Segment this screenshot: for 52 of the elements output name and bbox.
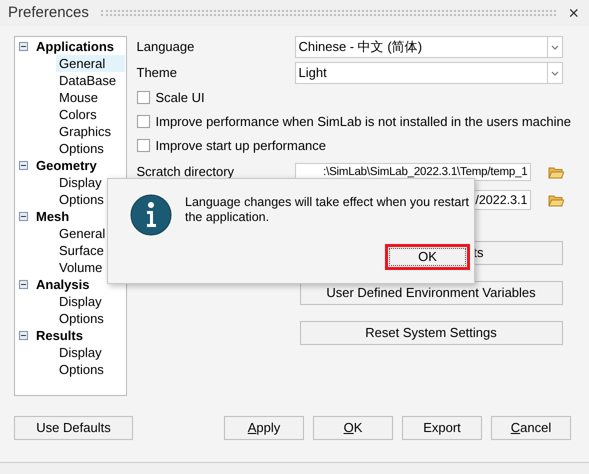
checkbox-label: Improve start up performance xyxy=(156,136,326,155)
settings-button[interactable]: Reset System Settings xyxy=(300,321,562,345)
dropdown[interactable]: Light xyxy=(294,62,562,84)
tree-item[interactable]: Volume xyxy=(56,259,102,276)
tree-item[interactable]: Options xyxy=(56,310,104,327)
folder-icon[interactable] xyxy=(548,194,564,206)
field-label: Scratch directory xyxy=(136,164,234,180)
tree-category[interactable]: Mesh xyxy=(36,206,70,226)
checkbox-label: Improve performance when SimLab is not installed in the users machine xyxy=(156,112,571,131)
tree-item[interactable]: DataBase xyxy=(56,72,116,89)
close-button[interactable]: × xyxy=(568,4,579,22)
tree-item[interactable]: Graphics xyxy=(56,123,112,140)
folder-icon[interactable] xyxy=(548,166,564,178)
checkbox[interactable] xyxy=(136,91,150,104)
collapse-icon[interactable] xyxy=(19,161,28,170)
tree-item[interactable]: General xyxy=(56,225,106,242)
field-label: Language xyxy=(136,38,196,56)
tree-item[interactable]: Options xyxy=(56,191,104,208)
chevron-down-icon xyxy=(550,70,558,76)
tree-item[interactable]: Colors xyxy=(56,106,97,123)
tree-item[interactable]: Mouse xyxy=(56,89,98,106)
tree-category[interactable]: Analysis xyxy=(36,274,90,294)
tree-item[interactable]: Display xyxy=(56,174,102,191)
dropdown[interactable]: Chinese - 中文 (简体) xyxy=(294,36,562,58)
dialog-button[interactable]: Cancel xyxy=(491,416,571,440)
field-label: Theme xyxy=(136,64,178,82)
tree-item[interactable]: Options xyxy=(56,140,104,157)
info-icon xyxy=(130,194,172,236)
checkbox[interactable] xyxy=(136,115,150,128)
collapse-icon[interactable] xyxy=(19,212,28,221)
window-title: Preferences xyxy=(8,2,89,23)
chevron-down-icon xyxy=(550,44,558,50)
collapse-icon[interactable] xyxy=(19,331,28,340)
tree-item[interactable]: General xyxy=(56,55,124,72)
dialog-button[interactable]: Apply xyxy=(224,416,304,440)
tree-item[interactable]: Display xyxy=(56,344,102,361)
dialog-button[interactable]: OK xyxy=(313,416,393,440)
collapse-icon[interactable] xyxy=(19,42,28,51)
dialog-button[interactable]: Export xyxy=(402,416,482,440)
tree-category[interactable]: Applications xyxy=(36,36,114,56)
checkbox-label: Scale UI xyxy=(156,88,205,107)
tree-item[interactable]: Display xyxy=(56,293,102,310)
tree-item[interactable]: Surface xyxy=(56,242,104,259)
ok-button[interactable]: OK xyxy=(385,244,470,270)
settings-button[interactable]: User Defined Environment Variables xyxy=(300,281,562,305)
tree-category[interactable]: Results xyxy=(36,326,83,346)
checkbox[interactable] xyxy=(136,139,150,152)
tree-category[interactable]: Geometry xyxy=(36,156,97,176)
use-defaults-button[interactable]: Use Defaults xyxy=(14,416,133,440)
message-text: Language changes will take effect when you restart the application. xyxy=(185,195,470,226)
tree-item[interactable]: Options xyxy=(56,361,104,378)
collapse-icon[interactable] xyxy=(19,280,28,289)
